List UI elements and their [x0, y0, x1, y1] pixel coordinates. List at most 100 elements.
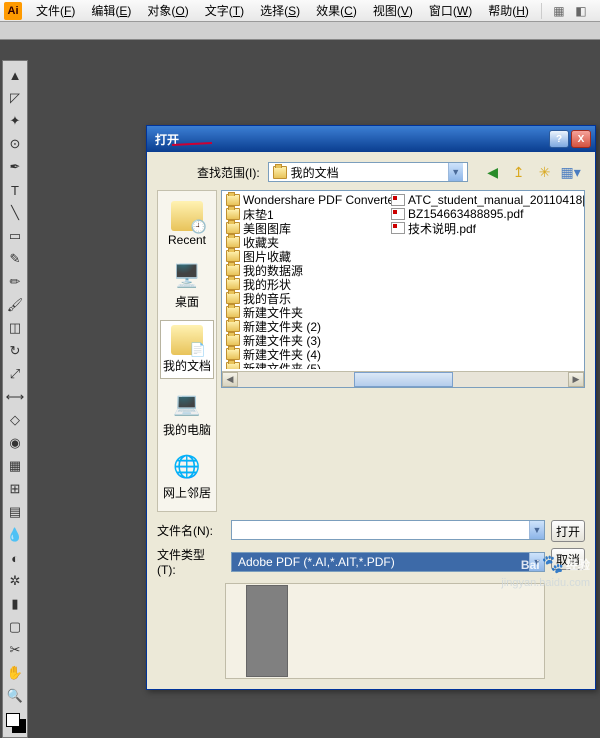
up-icon[interactable]: ↥: [510, 163, 528, 181]
menu-effect[interactable]: 效果(C): [308, 0, 365, 21]
menu-select[interactable]: 选择(S): [252, 0, 308, 21]
filetype-label: 文件类型(T):: [157, 546, 223, 577]
views-icon[interactable]: ▦▾: [562, 163, 580, 181]
folder-icon: [226, 334, 240, 346]
paw-icon: 🐾: [542, 554, 564, 575]
place-network[interactable]: 网上邻居: [160, 448, 214, 505]
folder-icon: [226, 278, 240, 290]
lookin-label: 查找范围(I):: [197, 164, 260, 181]
folder-icon: [226, 236, 240, 248]
graph-tool[interactable]: ▮: [4, 593, 26, 615]
folder-icon: [226, 222, 240, 234]
perspective-tool[interactable]: ▦: [4, 455, 26, 477]
toolbox: ▲ ◸ ✦ ⊙ ✒ T ╲ ▭ ✎ ✏ 🖌 ◫ ↻ ⤢ ⟷ ◇ ◉ ▦ ⊞ ▤ …: [2, 60, 28, 738]
width-tool[interactable]: ⟷: [4, 386, 26, 408]
folder-icon: [226, 250, 240, 262]
filename-label: 文件名(N):: [157, 522, 223, 539]
gradient-tool[interactable]: ▤: [4, 501, 26, 523]
shape-builder-tool[interactable]: ◉: [4, 432, 26, 454]
eraser-tool[interactable]: ◫: [4, 317, 26, 339]
lasso-tool[interactable]: ⊙: [4, 133, 26, 155]
folder-icon: [226, 194, 240, 206]
menu-file[interactable]: 文件(F): [28, 0, 83, 21]
folder-icon: [226, 306, 240, 318]
hand-tool[interactable]: ✋: [4, 662, 26, 684]
color-swatches[interactable]: [4, 711, 26, 735]
watermark: Bai🐾经验 jingyan.baidu.com: [501, 554, 590, 589]
type-tool[interactable]: T: [4, 179, 26, 201]
divider: [541, 3, 542, 19]
place-computer[interactable]: 我的电脑: [160, 385, 214, 442]
menu-view[interactable]: 视图(V): [365, 0, 421, 21]
blob-brush-tool[interactable]: 🖌: [4, 294, 26, 316]
horizontal-scrollbar[interactable]: ◀ ▶: [222, 371, 584, 387]
menu-edit[interactable]: 编辑(E): [83, 0, 139, 21]
filetype-combo[interactable]: Adobe PDF (*.AI,*.AIT,*.PDF) ▼: [231, 552, 545, 572]
menubar: Ai 文件(F) 编辑(E) 对象(O) 文字(T) 选择(S) 效果(C) 视…: [0, 0, 600, 22]
menu-window[interactable]: 窗口(W): [421, 0, 480, 21]
menu-help[interactable]: 帮助(H): [480, 0, 537, 21]
free-transform-tool[interactable]: ◇: [4, 409, 26, 431]
mesh-tool[interactable]: ⊞: [4, 478, 26, 500]
app-logo: Ai: [4, 2, 22, 20]
place-desktop[interactable]: 桌面: [160, 257, 214, 314]
network-icon: [171, 452, 203, 482]
magic-wand-tool[interactable]: ✦: [4, 110, 26, 132]
place-recent[interactable]: Recent: [160, 197, 214, 251]
pen-tool[interactable]: ✒: [4, 156, 26, 178]
blend-tool[interactable]: ◐: [4, 547, 26, 569]
file-list[interactable]: Wondershare PDF Converter床垫1美图图库收藏夹图片收藏我…: [221, 190, 585, 388]
rectangle-tool[interactable]: ▭: [4, 225, 26, 247]
folder-icon: [226, 264, 240, 276]
place-documents[interactable]: 我的文档: [160, 320, 214, 379]
close-button[interactable]: X: [571, 130, 591, 148]
recent-icon: [171, 201, 203, 231]
menu-object[interactable]: 对象(O): [139, 0, 196, 21]
folder-icon: [226, 348, 240, 360]
open-dialog: 打开 ? X 查找范围(I): 我的文档 ▼ ◀ ↥ ✳ ▦▾: [146, 125, 596, 690]
lookin-combo[interactable]: 我的文档 ▼: [268, 162, 468, 182]
filename-input[interactable]: ▼: [231, 520, 545, 540]
slice-tool[interactable]: ✂: [4, 639, 26, 661]
fill-color[interactable]: [6, 713, 20, 727]
pdf-icon: [391, 222, 405, 234]
open-button[interactable]: 打开: [551, 520, 585, 542]
scale-tool[interactable]: ⤢: [4, 363, 26, 385]
chevron-down-icon[interactable]: ▼: [529, 521, 544, 539]
places-bar: Recent 桌面 我的文档 我的电脑 网上邻居: [157, 190, 217, 512]
preview-area: [225, 583, 545, 679]
rotate-tool[interactable]: ↻: [4, 340, 26, 362]
chevron-down-icon[interactable]: ▼: [448, 163, 463, 181]
folder-icon: [226, 320, 240, 332]
pdf-icon: [391, 194, 405, 206]
arrange-icon[interactable]: ◧: [572, 2, 590, 20]
selection-tool[interactable]: ▲: [4, 64, 26, 86]
file-item[interactable]: ATC_student_manual_20110418[1].pd: [391, 193, 568, 207]
scroll-left-icon[interactable]: ◀: [222, 372, 238, 387]
artboard-tool[interactable]: ▢: [4, 616, 26, 638]
scroll-right-icon[interactable]: ▶: [568, 372, 584, 387]
direct-select-tool[interactable]: ◸: [4, 87, 26, 109]
control-bar: [0, 22, 600, 40]
desktop-icon: [171, 261, 203, 291]
pdf-icon: [391, 208, 405, 220]
menu-type[interactable]: 文字(T): [197, 0, 252, 21]
new-folder-icon[interactable]: ✳: [536, 163, 554, 181]
eyedropper-tool[interactable]: 💧: [4, 524, 26, 546]
bridge-icon[interactable]: ▦: [550, 2, 568, 20]
scroll-thumb[interactable]: [354, 372, 453, 387]
lookin-value: 我的文档: [291, 164, 339, 181]
file-item[interactable]: 技术说明.pdf: [391, 221, 568, 235]
folder-icon: [226, 362, 240, 369]
help-button[interactable]: ?: [549, 130, 569, 148]
symbol-sprayer-tool[interactable]: ✲: [4, 570, 26, 592]
pencil-tool[interactable]: ✏: [4, 271, 26, 293]
zoom-tool[interactable]: 🔍: [4, 685, 26, 707]
dialog-titlebar[interactable]: 打开 ? X: [147, 126, 595, 152]
line-tool[interactable]: ╲: [4, 202, 26, 224]
documents-icon: [171, 325, 203, 355]
folder-icon: [226, 208, 240, 220]
back-icon[interactable]: ◀: [484, 163, 502, 181]
paintbrush-tool[interactable]: ✎: [4, 248, 26, 270]
file-item[interactable]: 新建文件夹 (5): [226, 361, 383, 369]
